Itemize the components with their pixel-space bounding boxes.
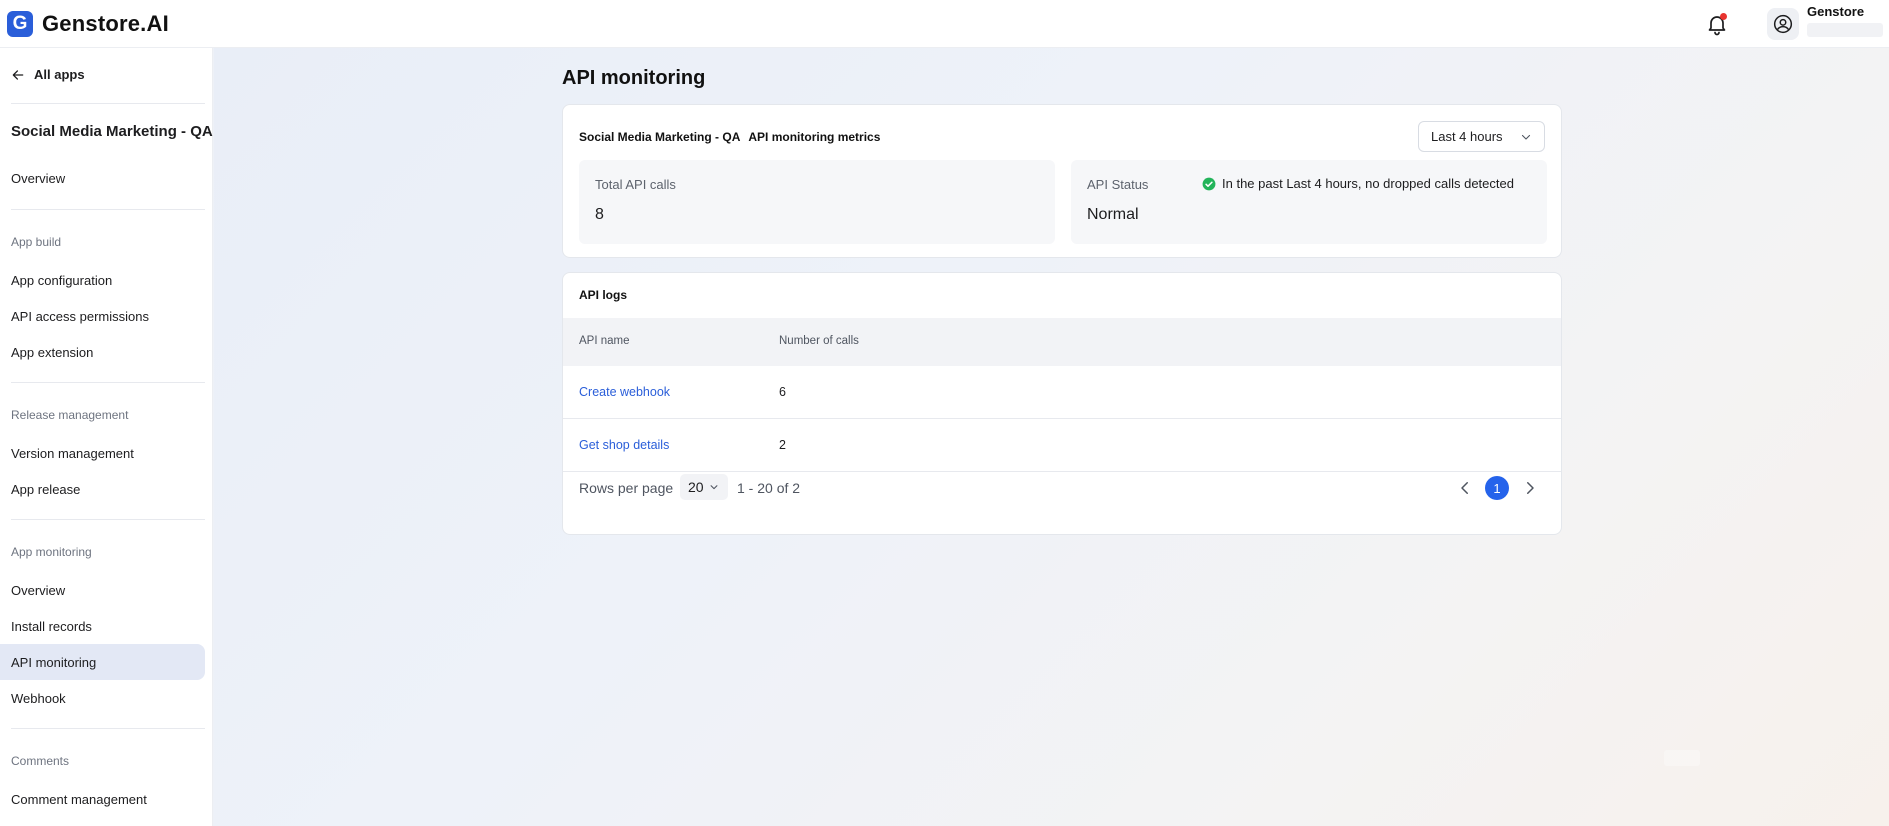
sidebar-item-webhook[interactable]: Webhook [11,691,66,706]
chevron-down-icon [710,485,718,490]
notification-dot [1720,13,1727,20]
sidebar-group-app-build: App build [11,235,62,249]
check-circle-icon [1202,177,1216,190]
next-page-button[interactable] [1521,479,1539,497]
sidebar-item-app-release[interactable]: App release [11,482,80,497]
divider [11,103,205,104]
metrics-card: Social Media Marketing - QA API monitorin… [562,104,1562,258]
chevron-down-icon [1521,134,1531,140]
status-note: In the past Last 4 hours, no dropped cal… [1202,176,1514,191]
status-note-text: In the past Last 4 hours, no dropped cal… [1222,176,1514,191]
arrow-left-icon [12,69,24,80]
sidebar: All apps Social Media Marketing - QA Ove… [0,48,213,826]
sidebar-item-comment-management[interactable]: Comment management [11,792,147,807]
chevron-left-icon [1461,482,1468,494]
rows-per-page-select[interactable]: 20 [680,474,728,500]
brand[interactable]: G Genstore.AI [7,10,169,37]
app-title: Social Media Marketing - QA [11,123,213,140]
table-row: Create webhook 6 [563,366,1561,419]
api-logs-title: API logs [579,288,628,302]
metrics-heading-label: API monitoring metrics [748,130,881,144]
top-bar: G Genstore.AI Genstore [0,0,1889,48]
sidebar-group-app-monitoring: App monitoring [11,545,92,559]
pagination-range: 1 - 20 of 2 [737,480,801,496]
sidebar-item-monitoring-overview[interactable]: Overview [11,583,65,598]
table-row: Get shop details 2 [563,419,1561,472]
sidebar-item-version-management[interactable]: Version management [11,446,134,461]
brand-name: Genstore.AI [42,10,169,36]
sidebar-item-app-extension[interactable]: App extension [11,345,93,360]
pagination: Rows per page 20 1 - 20 of 2 1 [563,473,1561,503]
api-logs-card: API logs API name Number of calls Create… [562,272,1562,535]
sidebar-item-api-monitoring[interactable]: API monitoring [11,655,96,670]
sidebar-group-comments: Comments [11,754,70,768]
sidebar-group-release-management: Release management [11,408,129,422]
back-to-all-apps[interactable]: All apps [11,67,85,82]
time-range-value: Last 4 hours [1431,129,1503,144]
divider [11,728,205,729]
api-status-label: API Status [1087,177,1149,192]
sidebar-item-app-configuration[interactable]: App configuration [11,273,112,288]
user-avatar[interactable] [1767,8,1799,40]
page-title: API monitoring [562,67,706,89]
api-status-panel: API Status In the past Last 4 hours, no … [1071,160,1547,244]
total-api-calls-value: 8 [595,206,604,223]
chevron-right-icon [1527,482,1534,494]
column-header-api-name: API name [579,335,630,347]
page-button-current[interactable]: 1 [1485,476,1509,500]
back-label: All apps [34,67,85,82]
user-subtitle-placeholder [1807,22,1883,37]
user-circle-icon [1773,14,1793,34]
api-status-value: Normal [1087,206,1139,223]
metrics-heading: Social Media Marketing - QA API monitorin… [579,130,880,144]
rows-per-page-value: 20 [688,479,704,495]
rows-per-page-label: Rows per page [579,480,674,496]
total-api-calls-panel: Total API calls 8 [579,160,1055,244]
previous-page-button[interactable] [1456,479,1474,497]
faded-badge [1664,750,1700,766]
call-count: 2 [779,438,786,452]
notification-button[interactable] [1705,12,1729,36]
column-header-number-of-calls: Number of calls [779,335,859,347]
api-name-link[interactable]: Get shop details [579,438,669,452]
brand-logo-icon: G [7,10,33,37]
table-header: API name Number of calls [563,318,1561,366]
sidebar-item-api-access-permissions[interactable]: API access permissions [11,309,149,324]
call-count: 6 [779,385,786,399]
user-name: Genstore [1807,3,1865,19]
api-name-link[interactable]: Create webhook [579,385,670,399]
divider [11,519,205,520]
total-api-calls-label: Total API calls [595,177,676,192]
sidebar-item-install-records[interactable]: Install records [11,619,92,634]
divider [11,382,205,383]
main-content: API monitoring Social Media Marketing - … [214,48,1889,826]
time-range-select[interactable]: Last 4 hours [1418,121,1545,152]
user-menu[interactable]: Genstore [1807,4,1883,37]
sidebar-item-overview[interactable]: Overview [11,171,65,186]
divider [11,209,205,210]
metrics-app-name: Social Media Marketing - QA [579,130,741,144]
